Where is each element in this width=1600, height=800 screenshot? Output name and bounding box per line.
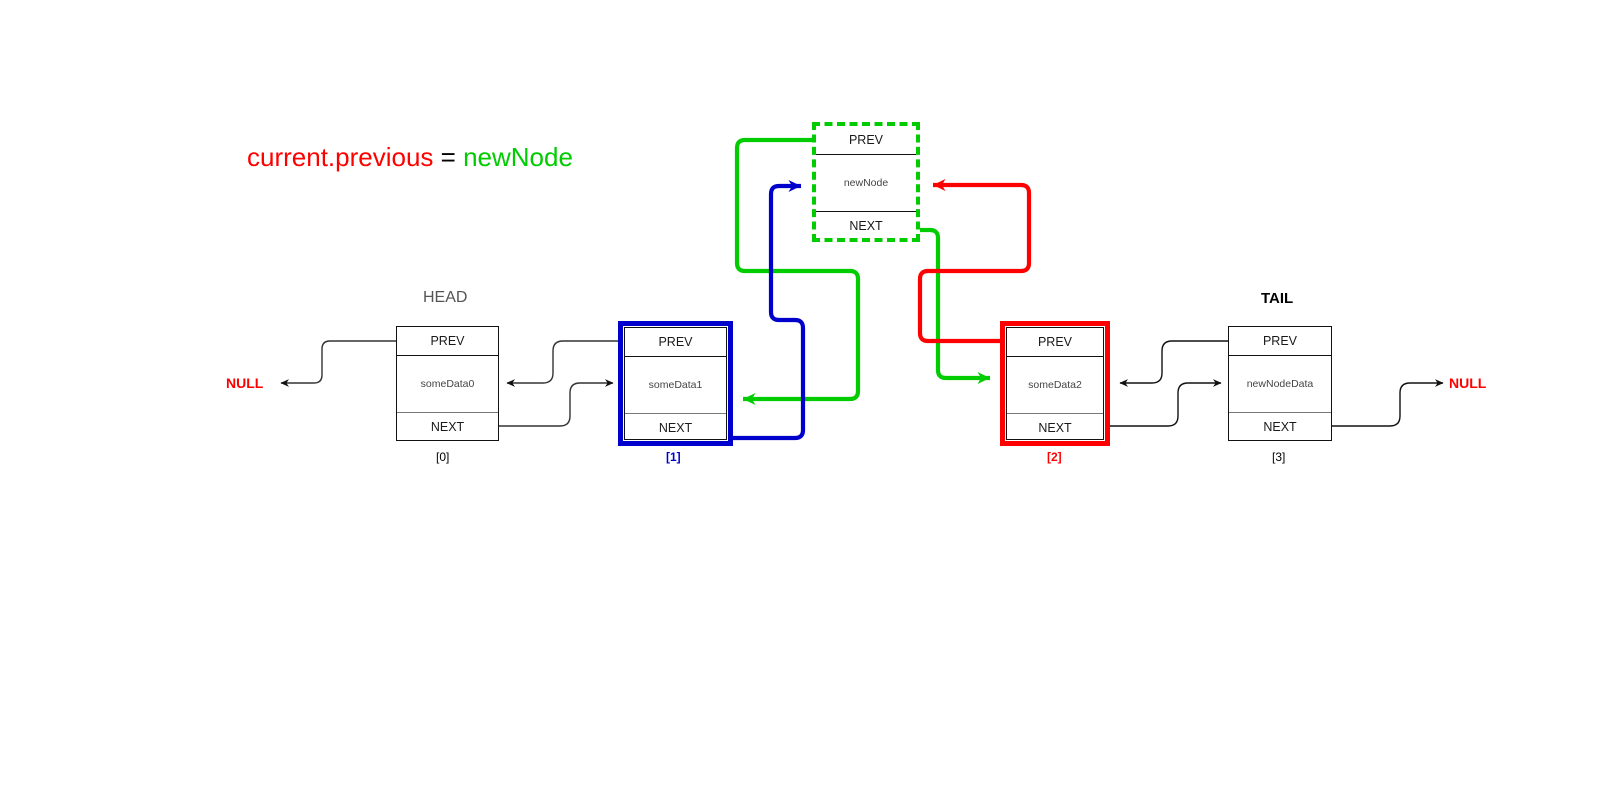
title-operator: =	[433, 142, 464, 172]
node-3-data-field: newNodeData	[1246, 378, 1314, 390]
null-label-left: NULL	[226, 375, 264, 391]
wire-blue-node1-next-to-newnode	[733, 180, 806, 441]
node-3-prev-field: PREV	[1229, 327, 1331, 356]
node-2-inner-frame: PREV someData2 NEXT	[1006, 327, 1104, 440]
node-2-index-label: [2]	[1047, 450, 1062, 464]
node-0-prev-field: PREV	[397, 327, 498, 356]
node-2-next-field: NEXT	[1007, 413, 1103, 442]
title-expression-right: newNode	[463, 142, 573, 172]
new-node[interactable]: PREV newNode NEXT	[812, 122, 920, 242]
page-title: current.previous = newNode	[247, 140, 573, 174]
node-0-next-field: NEXT	[397, 412, 498, 441]
wire-green-newnode-next-to-node2	[920, 227, 990, 384]
diagram-canvas: current.previous = newNode HEAD TAIL NUL…	[0, 0, 1600, 800]
new-node-data-field: newNode	[843, 177, 889, 189]
tail-label: TAIL	[1261, 290, 1294, 307]
wire-node3-next-to-null	[1332, 379, 1444, 427]
node-2[interactable]: PREV someData2 NEXT	[1000, 321, 1110, 446]
node-0-index-label: [0]	[436, 450, 450, 464]
node-1-next-field: NEXT	[625, 413, 726, 442]
node-1[interactable]: PREV someData1 NEXT	[618, 321, 733, 446]
node-2-prev-field: PREV	[1007, 328, 1103, 357]
connector-wires	[280, 137, 1444, 441]
node-2-data-field: someData2	[1028, 379, 1082, 391]
wire-node0-next-to-node1	[499, 379, 614, 427]
wire-node2-next-to-node3	[1110, 379, 1222, 427]
node-3-next-field: NEXT	[1229, 412, 1331, 441]
title-expression-left: current.previous	[247, 142, 434, 172]
node-1-index-label: [1]	[666, 450, 681, 464]
node-0[interactable]: PREV someData0 NEXT	[396, 326, 499, 441]
node-1-prev-field: PREV	[625, 328, 726, 357]
node-0-data-field: someData0	[420, 378, 475, 390]
null-label-right: NULL	[1449, 375, 1487, 391]
head-label: HEAD	[423, 289, 468, 306]
node-1-inner-frame: PREV someData1 NEXT	[624, 327, 727, 440]
wire-node0-prev-to-null	[280, 340, 396, 387]
node-1-data-field: someData1	[648, 379, 703, 391]
node-3[interactable]: PREV newNodeData NEXT	[1228, 326, 1332, 441]
wire-node1-prev-to-node0	[506, 340, 620, 387]
wire-red-node2-prev-to-newnode	[917, 179, 1032, 344]
new-node-prev-field: PREV	[816, 126, 916, 155]
wire-node3-prev-to-node2	[1119, 340, 1228, 387]
node-3-index-label: [3]	[1272, 450, 1286, 464]
new-node-next-field: NEXT	[816, 211, 916, 240]
